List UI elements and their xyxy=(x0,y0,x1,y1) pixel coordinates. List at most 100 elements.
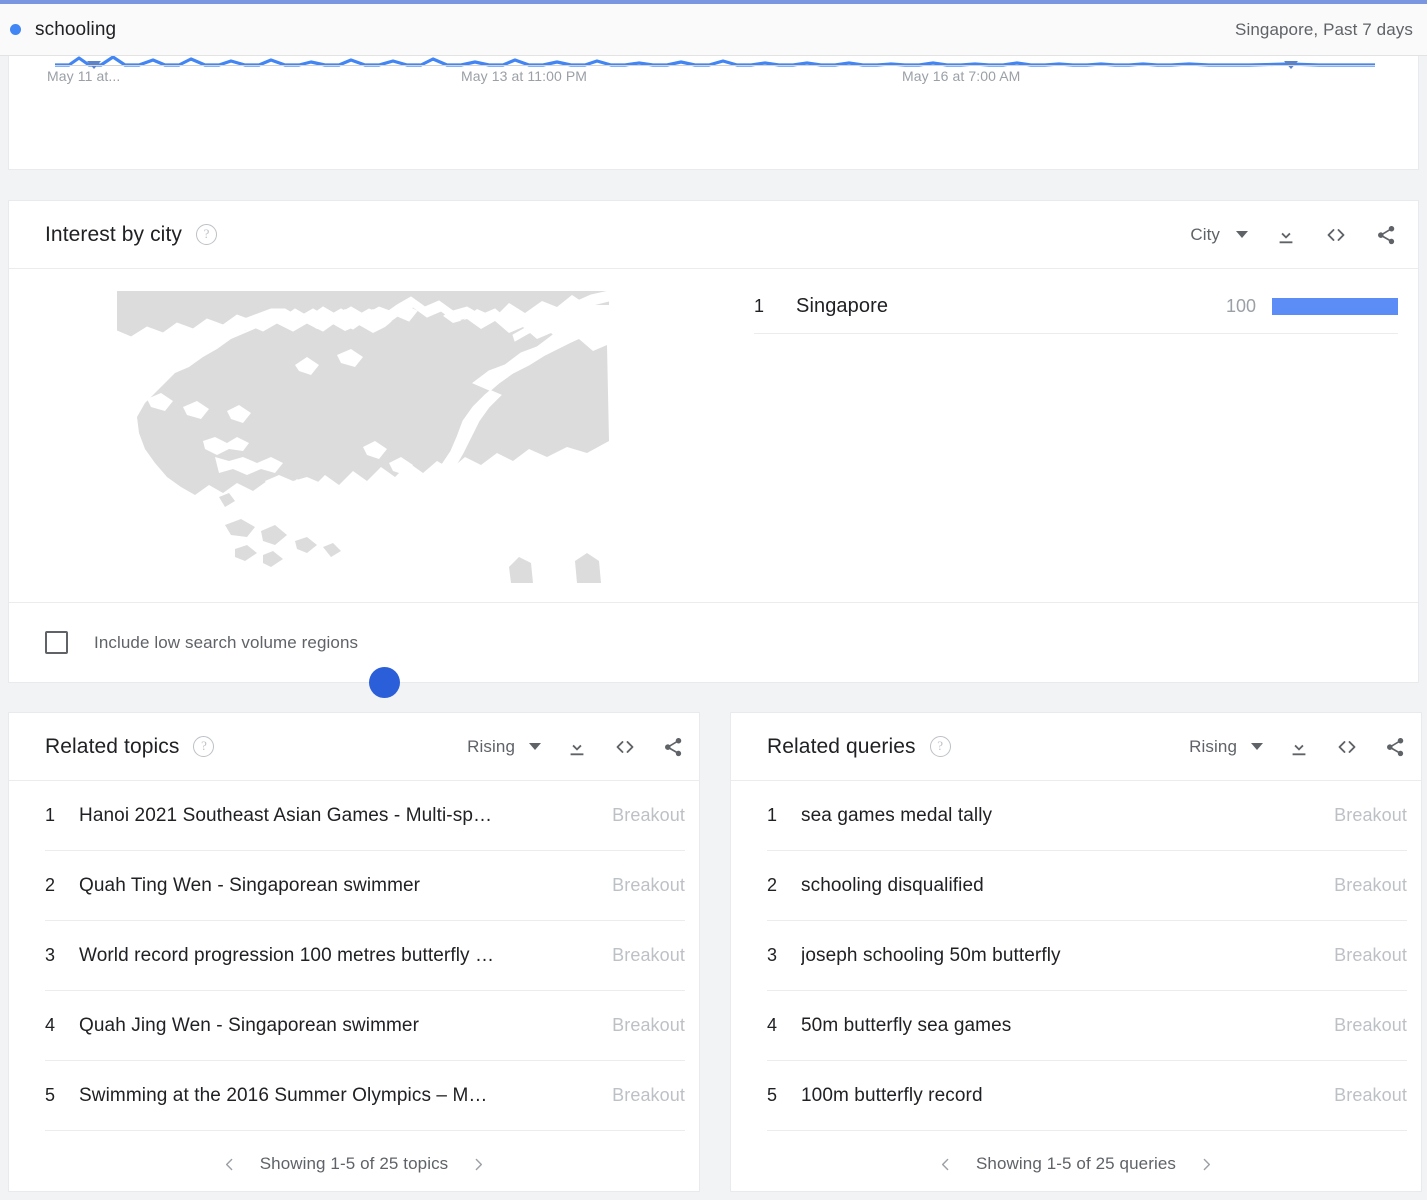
embed-icon[interactable] xyxy=(1335,735,1359,759)
related-queries-header: Related queries ? Rising xyxy=(731,713,1421,781)
related-topics-tools: Rising xyxy=(467,735,685,759)
related-query-row[interactable]: 3 joseph schooling 50m butterfly Breakou… xyxy=(767,921,1407,991)
related-topic-rank: 5 xyxy=(45,1085,56,1105)
include-low-volume-checkbox[interactable] xyxy=(45,631,68,654)
city-bar xyxy=(1272,297,1398,315)
related-topic-rank: 2 xyxy=(45,875,56,895)
series-color-dot-icon xyxy=(10,24,21,35)
related-query-row[interactable]: 1 sea games medal tally Breakout xyxy=(767,781,1407,851)
related-topic-value: Breakout xyxy=(612,805,685,825)
chevron-left-icon[interactable] xyxy=(221,1156,238,1173)
related-topics-pager-text: Showing 1-5 of 25 topics xyxy=(259,1154,449,1173)
chevron-left-icon[interactable] xyxy=(937,1156,954,1173)
related-query-value: Breakout xyxy=(1334,1015,1407,1035)
low-volume-toggle-row[interactable]: Include low search volume regions xyxy=(9,602,1418,682)
related-topic-value: Breakout xyxy=(612,1085,685,1105)
singapore-map-svg xyxy=(117,291,609,601)
share-icon[interactable] xyxy=(1383,735,1407,759)
search-term-header: schooling Singapore, Past 7 days xyxy=(0,4,1427,56)
include-low-volume-label: Include low search volume regions xyxy=(94,632,359,652)
interest-over-time-card: May 11 at... May 13 at 11:00 PM May 16 a… xyxy=(8,56,1419,170)
related-query-value: Breakout xyxy=(1334,875,1407,895)
related-topic-title: Hanoi 2021 Southeast Asian Games - Multi… xyxy=(79,804,493,826)
related-query-title: joseph schooling 50m butterfly xyxy=(801,944,1061,966)
related-query-row[interactable]: 4 50m butterfly sea games Breakout xyxy=(767,991,1407,1061)
related-topic-row[interactable]: 5 Swimming at the 2016 Summer Olympics –… xyxy=(45,1061,685,1131)
interest-by-city-tools: City xyxy=(1190,223,1398,247)
related-topic-rank: 1 xyxy=(45,805,56,825)
related-query-value: Breakout xyxy=(1334,805,1407,825)
related-topics-title: Related topics xyxy=(45,734,180,758)
related-topic-row[interactable]: 1 Hanoi 2021 Southeast Asian Games - Mul… xyxy=(45,781,685,851)
related-query-value: Breakout xyxy=(1334,1085,1407,1105)
related-topic-title: World record progression 100 metres butt… xyxy=(79,944,495,966)
queries-sort-select[interactable]: Rising xyxy=(1189,737,1237,757)
related-topic-value: Breakout xyxy=(612,945,685,965)
chart-tick-label: May 11 at... xyxy=(47,68,121,84)
related-query-rank: 1 xyxy=(767,805,778,825)
topics-sort-select[interactable]: Rising xyxy=(467,737,515,757)
embed-icon[interactable] xyxy=(1324,223,1348,247)
city-value: 100 xyxy=(1225,295,1256,316)
related-topic-rank: 4 xyxy=(45,1015,56,1035)
related-topic-row[interactable]: 4 Quah Jing Wen - Singaporean swimmer Br… xyxy=(45,991,685,1061)
chevron-right-icon[interactable] xyxy=(1198,1156,1215,1173)
related-topic-row[interactable]: 2 Quah Ting Wen - Singaporean swimmer Br… xyxy=(45,851,685,921)
download-icon[interactable] xyxy=(565,735,589,759)
related-query-title: 50m butterfly sea games xyxy=(801,1014,1012,1036)
chevron-down-icon[interactable] xyxy=(529,743,541,750)
related-queries-pager: Showing 1-5 of 25 queries xyxy=(731,1131,1421,1197)
chart-tick-label: May 13 at 11:00 PM xyxy=(461,68,588,84)
related-topic-rank: 3 xyxy=(45,945,56,965)
help-icon[interactable]: ? xyxy=(193,736,215,757)
related-query-rank: 3 xyxy=(767,945,778,965)
scope-label: Singapore, Past 7 days xyxy=(1235,19,1413,39)
related-query-title: 100m butterfly record xyxy=(801,1084,983,1106)
related-query-rank: 4 xyxy=(767,1015,778,1035)
interest-by-city-card: Interest by city ? City 1 Singapore 100 … xyxy=(8,200,1419,698)
related-query-rank: 5 xyxy=(767,1085,778,1105)
share-icon[interactable] xyxy=(661,735,685,759)
related-query-value: Breakout xyxy=(1334,945,1407,965)
city-name: Singapore xyxy=(796,294,889,317)
chevron-down-icon[interactable] xyxy=(1236,231,1248,238)
city-list: 1 Singapore 100 xyxy=(744,269,1418,604)
share-icon[interactable] xyxy=(1374,223,1398,247)
related-topics-card: Related topics ? Rising 1 Hanoi 2021 Sou… xyxy=(8,712,700,1192)
city-map[interactable] xyxy=(9,269,744,698)
help-icon[interactable]: ? xyxy=(929,736,951,757)
related-topic-value: Breakout xyxy=(612,1015,685,1035)
city-row[interactable]: 1 Singapore 100 xyxy=(754,279,1398,334)
city-breakdown-select[interactable]: City xyxy=(1190,225,1220,245)
interest-by-city-title: Interest by city xyxy=(45,222,182,246)
related-topic-title: Quah Jing Wen - Singaporean swimmer xyxy=(79,1014,420,1036)
related-queries-tools: Rising xyxy=(1189,735,1407,759)
chart-axis-line xyxy=(55,65,1375,66)
chart-tick-labels: May 11 at... May 13 at 11:00 PM May 16 a… xyxy=(9,68,1418,92)
related-queries-title: Related queries xyxy=(767,734,916,758)
related-query-title: sea games medal tally xyxy=(801,804,993,826)
related-queries-pager-text: Showing 1-5 of 25 queries xyxy=(975,1154,1177,1173)
related-queries-card: Related queries ? Rising 1 sea games med… xyxy=(730,712,1422,1192)
chevron-right-icon[interactable] xyxy=(470,1156,487,1173)
related-topic-row[interactable]: 3 World record progression 100 metres bu… xyxy=(45,921,685,991)
interest-by-city-body: 1 Singapore 100 xyxy=(9,269,1418,698)
related-query-row[interactable]: 5 100m butterfly record Breakout xyxy=(767,1061,1407,1131)
related-topic-value: Breakout xyxy=(612,875,685,895)
interest-by-city-header: Interest by city ? City xyxy=(9,201,1418,269)
related-topics-header: Related topics ? Rising xyxy=(9,713,699,781)
city-bar-track xyxy=(1272,297,1398,315)
download-icon[interactable] xyxy=(1274,223,1298,247)
embed-icon[interactable] xyxy=(613,735,637,759)
related-query-row[interactable]: 2 schooling disqualified Breakout xyxy=(767,851,1407,921)
download-icon[interactable] xyxy=(1287,735,1311,759)
related-query-rank: 2 xyxy=(767,875,778,895)
chevron-down-icon[interactable] xyxy=(1251,743,1263,750)
related-topics-pager: Showing 1-5 of 25 topics xyxy=(9,1131,699,1197)
related-topic-title: Swimming at the 2016 Summer Olympics – M… xyxy=(79,1084,488,1106)
city-rank: 1 xyxy=(754,295,765,316)
related-query-title: schooling disqualified xyxy=(801,874,984,896)
help-icon[interactable]: ? xyxy=(195,224,217,245)
search-term-label: schooling xyxy=(35,18,117,40)
search-term-group[interactable]: schooling xyxy=(0,19,116,41)
